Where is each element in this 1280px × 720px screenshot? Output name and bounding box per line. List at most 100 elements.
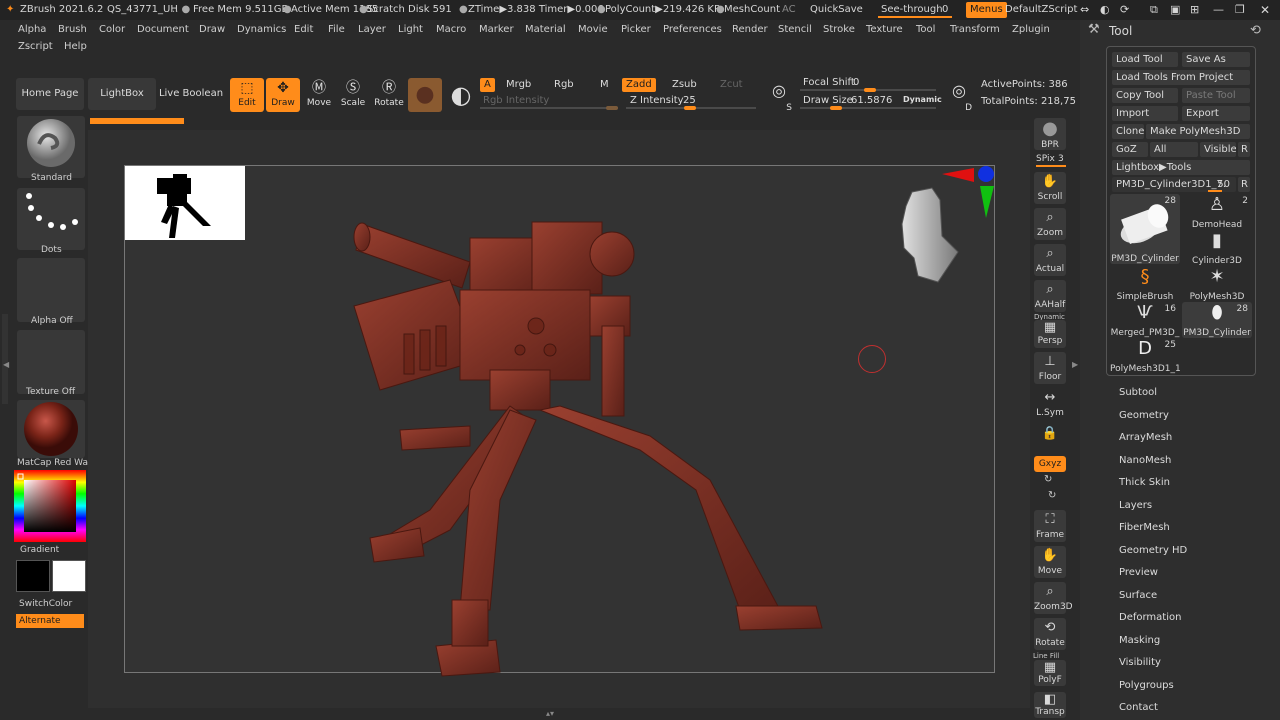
- y-axis-arrow[interactable]: [980, 186, 994, 218]
- menu-transform[interactable]: Transform: [950, 21, 1000, 39]
- menu-document[interactable]: Document: [137, 21, 189, 39]
- toggle-icon[interactable]: ⊞: [1190, 0, 1199, 20]
- draw-size-d-button[interactable]: ◎ D: [944, 80, 974, 114]
- see-through-slider[interactable]: [878, 16, 952, 18]
- make-polymesh-button[interactable]: Make PolyMesh3D: [1146, 124, 1250, 139]
- draw-mode-button[interactable]: ✥ Draw: [266, 78, 300, 112]
- tool-thumb-demohead[interactable]: ♙ 2 DemoHead: [1182, 194, 1252, 230]
- menus-button[interactable]: Menus: [966, 2, 1007, 18]
- menu-layer[interactable]: Layer: [358, 21, 386, 39]
- dynamic-toggle[interactable]: Dynamic: [903, 95, 942, 104]
- save-as-button[interactable]: Save As: [1182, 52, 1250, 67]
- menu-dynamics[interactable]: Dynamics: [237, 21, 286, 39]
- z-intensity-knob[interactable]: [684, 106, 696, 110]
- menu-texture[interactable]: Texture: [866, 21, 903, 39]
- rgb-toggle[interactable]: Rgb: [550, 78, 578, 92]
- lightbox-tools-button[interactable]: Lightbox▶Tools: [1112, 160, 1250, 175]
- goz-button[interactable]: GoZ: [1112, 142, 1148, 157]
- polyf-button[interactable]: ▦ PolyF: [1034, 660, 1066, 686]
- menu-movie[interactable]: Movie: [578, 21, 608, 39]
- rotate-y-icon[interactable]: ↻: [1044, 474, 1052, 485]
- secondary-color-swatch[interactable]: [16, 560, 50, 592]
- sync-icon[interactable]: ⟳: [1120, 0, 1129, 20]
- floor-button[interactable]: ⊥ Floor: [1034, 352, 1066, 384]
- tool-thumb-merged-pm3d[interactable]: Ѱ 16 Merged_PM3D_: [1110, 302, 1180, 338]
- menu-zplugin[interactable]: Zplugin: [1012, 21, 1050, 39]
- spix-slider[interactable]: [1036, 165, 1066, 167]
- goz-visible-button[interactable]: Visible: [1200, 142, 1236, 157]
- bpr-button[interactable]: ● BPR: [1034, 118, 1066, 150]
- menu-file[interactable]: File: [328, 21, 345, 39]
- paste-tool-button[interactable]: Paste Tool: [1182, 88, 1250, 103]
- right-collapse-arrow-icon[interactable]: ▶: [1072, 360, 1078, 369]
- stroke-slot[interactable]: [17, 188, 85, 250]
- load-tools-from-project-button[interactable]: Load Tools From Project: [1112, 70, 1250, 85]
- menu-picker[interactable]: Picker: [621, 21, 651, 39]
- load-tool-button[interactable]: Load Tool: [1112, 52, 1178, 67]
- maximize-icon[interactable]: ❐: [1235, 0, 1245, 20]
- clone-button[interactable]: Clone: [1112, 124, 1144, 139]
- zcut-toggle[interactable]: Zcut: [716, 78, 747, 92]
- menu-brush[interactable]: Brush: [58, 21, 87, 39]
- menu-preferences[interactable]: Preferences: [663, 21, 722, 39]
- lightbox-button[interactable]: LightBox: [88, 78, 156, 110]
- draw-size-knob[interactable]: [830, 106, 842, 110]
- rgb-intensity-knob[interactable]: [606, 106, 618, 110]
- rotate-view-button[interactable]: ⟲ Rotate: [1034, 618, 1066, 650]
- a-toggle[interactable]: A: [480, 78, 495, 92]
- gradient-label[interactable]: Gradient: [20, 545, 59, 555]
- rotate-z-icon[interactable]: ↻: [1048, 490, 1056, 501]
- section-masking[interactable]: Masking: [1119, 634, 1160, 648]
- section-contact[interactable]: Contact: [1119, 701, 1158, 715]
- section-arraymesh[interactable]: ArrayMesh: [1119, 431, 1172, 445]
- section-polygroups[interactable]: Polygroups: [1119, 679, 1174, 693]
- section-layers[interactable]: Layers: [1119, 499, 1152, 513]
- section-geometry-hd[interactable]: Geometry HD: [1119, 544, 1187, 558]
- left-tray-handle[interactable]: [2, 314, 8, 404]
- menu-render[interactable]: Render: [732, 21, 768, 39]
- main-color-swatch[interactable]: [52, 560, 86, 592]
- menu-stencil[interactable]: Stencil: [778, 21, 812, 39]
- alternate-toggle[interactable]: Alternate: [16, 614, 84, 628]
- xyz-toggle[interactable]: Gxyz: [1034, 456, 1066, 472]
- export-button[interactable]: Export: [1182, 106, 1250, 121]
- material-slot[interactable]: [17, 400, 85, 458]
- aahalf-button[interactable]: ⌕ AAHalf: [1034, 280, 1066, 312]
- silhouette-navigator[interactable]: [125, 166, 245, 240]
- menu-light[interactable]: Light: [398, 21, 423, 39]
- focal-shift-s-button[interactable]: ◎ S: [764, 80, 794, 114]
- focal-shift-knob[interactable]: [864, 88, 876, 92]
- menu-macro[interactable]: Macro: [436, 21, 466, 39]
- menu-stroke[interactable]: Stroke: [823, 21, 855, 39]
- palette-icon[interactable]: ◐: [1100, 0, 1110, 20]
- rotate-mode-button[interactable]: Ⓡ Rotate: [372, 78, 406, 112]
- tool-palette-title[interactable]: Tool: [1109, 24, 1132, 38]
- menu-help[interactable]: Help: [64, 38, 87, 56]
- default-zscript[interactable]: DefaultZScript: [1005, 0, 1077, 20]
- menu-material[interactable]: Material: [525, 21, 566, 39]
- section-subtool[interactable]: Subtool: [1119, 386, 1157, 400]
- menu-draw[interactable]: Draw: [199, 21, 225, 39]
- color-picker[interactable]: [14, 470, 86, 542]
- menu-edit[interactable]: Edit: [294, 21, 313, 39]
- layout-arrows-icon[interactable]: ⇔: [1080, 0, 1089, 20]
- menu-marker[interactable]: Marker: [479, 21, 514, 39]
- x-axis-arrow[interactable]: [942, 168, 974, 182]
- layout-icon[interactable]: ▣: [1170, 0, 1180, 20]
- color-sphere-button[interactable]: ◐: [444, 78, 478, 112]
- zsub-toggle[interactable]: Zsub: [668, 78, 701, 92]
- section-thick-skin[interactable]: Thick Skin: [1119, 476, 1170, 490]
- draw-size-slider[interactable]: [800, 107, 936, 109]
- m-toggle[interactable]: M: [596, 78, 613, 92]
- import-button[interactable]: Import: [1112, 106, 1178, 121]
- live-boolean-button[interactable]: Live Boolean: [158, 78, 224, 110]
- minimize-icon[interactable]: —: [1213, 0, 1224, 20]
- quicksave-button[interactable]: QuickSave: [810, 0, 863, 20]
- tool-thumb-polymesh3d[interactable]: ✶ PolyMesh3D: [1182, 266, 1252, 302]
- menu-tool[interactable]: Tool: [916, 21, 935, 39]
- goz-all-button[interactable]: All: [1150, 142, 1198, 157]
- section-visibility[interactable]: Visibility: [1119, 656, 1161, 670]
- scale-mode-button[interactable]: Ⓢ Scale: [336, 78, 370, 112]
- brush-slot[interactable]: [17, 116, 85, 178]
- zadd-toggle[interactable]: Zadd: [622, 78, 656, 92]
